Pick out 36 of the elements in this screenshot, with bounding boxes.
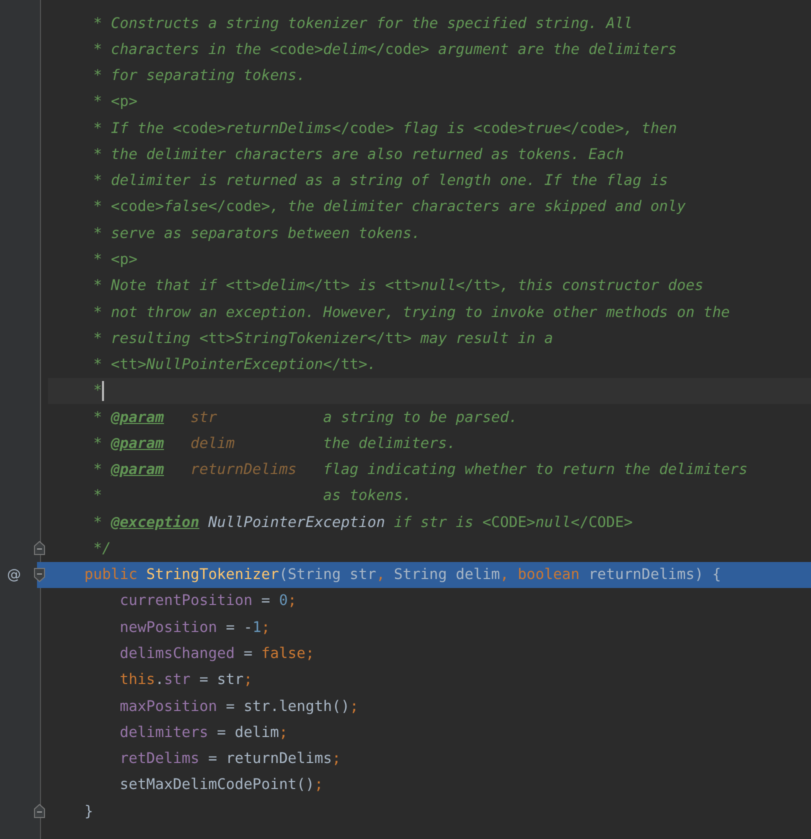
comment-line: * <tt>NullPointerException</tt>. [93,356,376,374]
comment-line: * <p> [93,251,138,268]
comment-line: */ [93,540,111,557]
code-line: public StringTokenizer(String str, String delim, boolean returnDelims) { [84,566,722,584]
comment-line: * not throw an exception. However, trying to invoke other methods on the [93,304,730,321]
comment-line: * characters in the <code>delim</code> argument are the delimiters [93,40,677,58]
comment-line: * @param delim the delimiters. [93,434,456,452]
code-line: setMaxDelimCodePoint(); [120,776,324,794]
code-line: delimiters = delim; [120,724,288,741]
comment-line: * <p> [93,93,138,110]
code-line: } [84,802,94,820]
code-line: currentPosition = 0; [120,592,297,610]
comment-line: * <code>false</code>, the delimiter characters are skipped and only [93,198,686,216]
comment-line: * @exception NullPointerException if str is <CODE>null</CODE> [93,514,633,531]
comment-line: * resulting <tt>StringTokenizer</tt> may result in a [93,330,554,347]
comment-line: * the delimiter characters are also returned as tokens. Each [93,146,624,163]
comment-line: * Constructs a string tokenizer for the specified string. All [93,14,633,32]
comment-line: * delimiter is returned as a string of length one. If the flag is [93,172,668,190]
code-line: maxPosition = str.length(); [120,698,359,715]
code-line: newPosition = -1; [120,618,270,636]
code-line: retDelims = returnDelims; [120,750,341,768]
fold-icon[interactable] [34,541,45,556]
comment-line: * Note that if <tt>delim</tt> is <tt>null</tt>, this constructor does [93,277,704,294]
code-line: delimsChanged = false; [120,645,314,662]
text-cursor [102,380,104,401]
comment-line: * serve as separators between tokens. [93,224,420,242]
comment-line: * @param returnDelims flag indicating whether to return the delimiters [93,461,748,478]
code-line: this.str = str; [120,671,252,688]
comment-line: * [93,382,102,400]
fold-icon[interactable] [34,804,45,818]
comment-line: * If the <code>returnDelims</code> flag is <code>true</code>, then [93,120,677,137]
gutter-marker[interactable]: @ [7,566,21,583]
comment-line: * as tokens. [93,487,412,504]
comment-line: * for separating tokens. [93,67,306,84]
fold-icon[interactable] [34,568,45,582]
comment-line: * @param str a string to be parsed. [93,408,518,426]
